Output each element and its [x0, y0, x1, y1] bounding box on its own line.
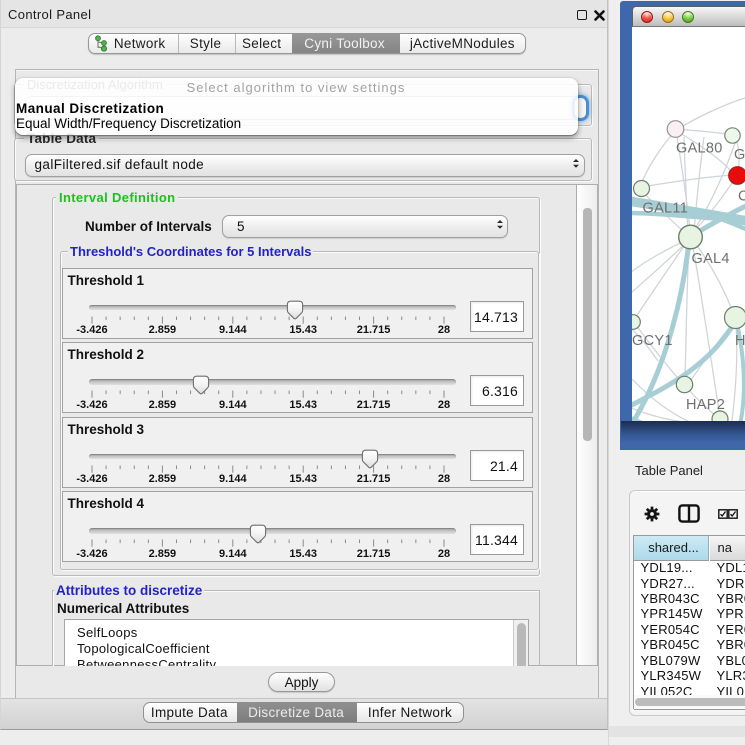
svg-text:H: H: [735, 333, 745, 349]
svg-text:GAL11: GAL11: [643, 201, 689, 217]
svg-text:G.: G.: [734, 147, 745, 163]
svg-text:GAL80: GAL80: [676, 141, 723, 157]
svg-text:CY: CY: [738, 189, 745, 205]
svg-text:HAP2: HAP2: [686, 397, 725, 413]
svg-text:GAL4: GAL4: [692, 251, 730, 267]
svg-text:GCY1: GCY1: [632, 333, 673, 349]
